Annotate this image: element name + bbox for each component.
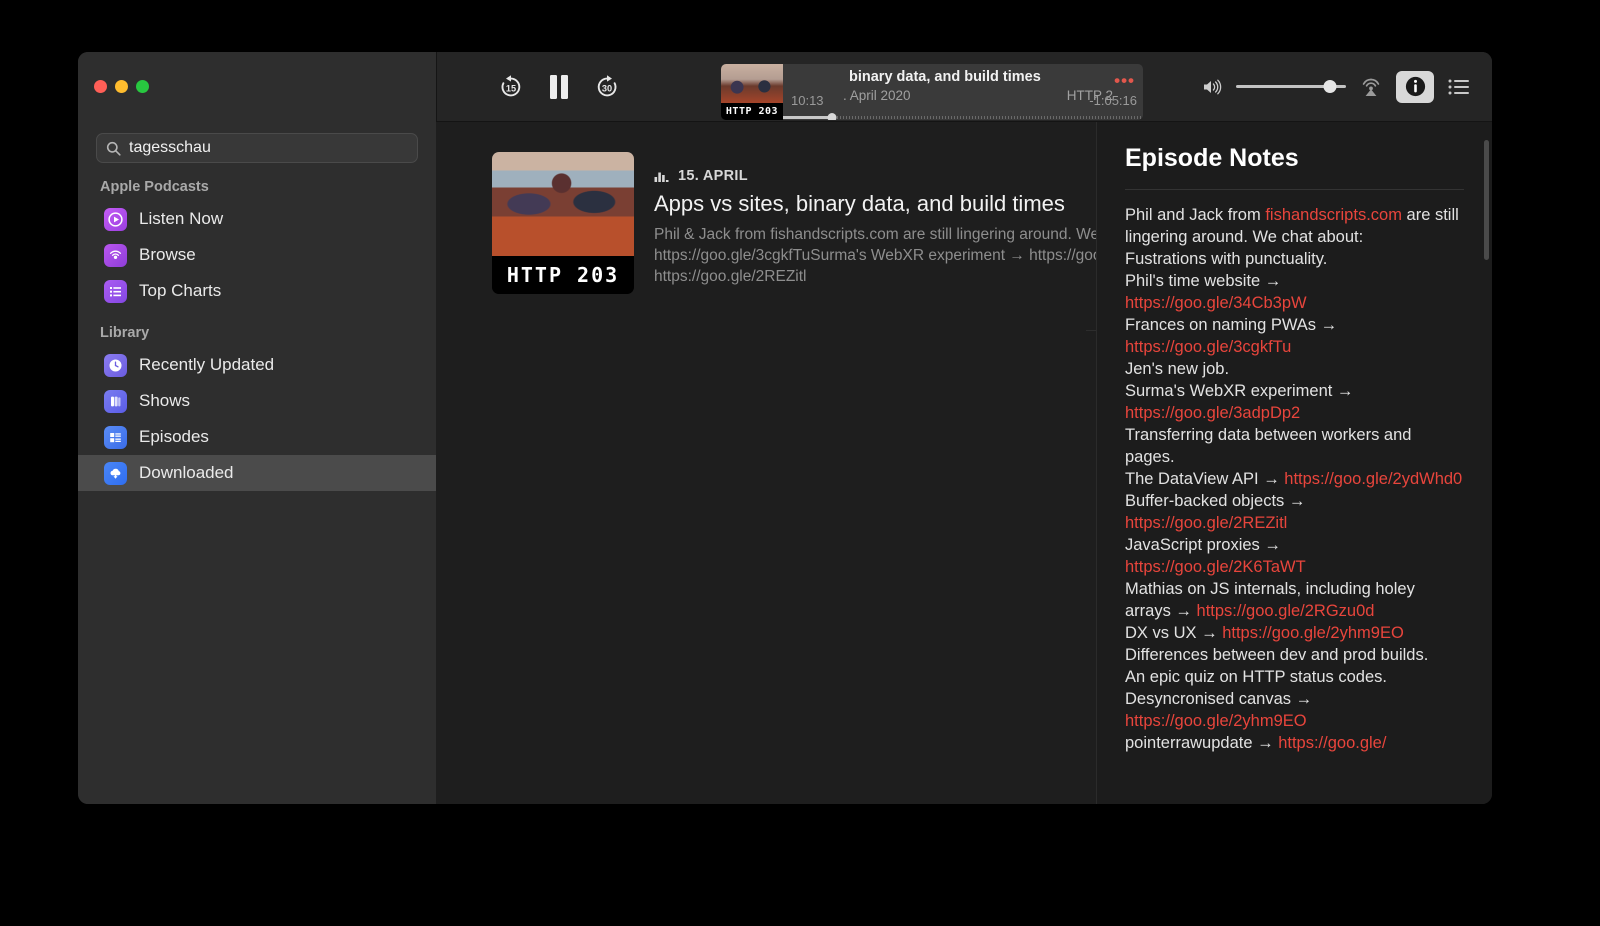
search-box[interactable] [96,133,418,163]
episode-notes-body: Phil and Jack from fishandscripts.com ar… [1125,204,1464,754]
notes-text: Buffer-backed objects → [1125,492,1306,510]
notes-scrollbar[interactable] [1484,140,1489,260]
transport-controls: 15 30 [497,72,621,102]
episode-info-button[interactable] [1396,70,1434,103]
artwork-label: HTTP 203 [721,103,783,120]
clock-icon [104,353,127,377]
browse-icon [104,243,127,267]
sidebar-item-label: Recently Updated [139,355,275,374]
top-charts-icon [104,279,127,303]
sidebar-item-shows[interactable]: Shows [78,383,436,419]
skip-forward-amount: 30 [602,83,612,93]
notes-text: Phil and Jack from [1125,206,1266,224]
sidebar: Apple Podcasts Listen Now [78,121,436,804]
notes-link[interactable]: https://goo.gle/3cgkfTu [1125,338,1291,356]
podcasts-window: 15 30 HTTP 203 binary data, and build ti… [78,52,1492,804]
playback-progress-bar[interactable] [783,112,1143,120]
notes-link[interactable]: fishandscripts.com [1265,206,1402,224]
elapsed-time: 10:13 [791,93,824,108]
now-playing-artwork: HTTP 203 [721,64,783,120]
progress-track [783,112,1143,120]
notes-link[interactable]: https://goo.gle/2REZitl [1125,514,1287,532]
volume-slider[interactable] [1236,80,1346,94]
notes-link[interactable]: https://goo.gle/2yhm9EO [1125,712,1307,730]
notes-link[interactable]: https://goo.gle/2RGzu0d [1197,602,1375,620]
notes-link[interactable]: https://goo.gle/2ydWhd0 [1284,470,1462,488]
sidebar-item-episodes[interactable]: Episodes [78,419,436,455]
skip-forward-30-button[interactable]: 30 [593,73,621,101]
episode-notes-panel: Episode Notes Phil and Jack from fishand… [1096,122,1492,804]
now-playing-widget[interactable]: HTTP 203 binary data, and build times . … [721,64,1143,120]
notes-text: JavaScript proxies → [1125,536,1281,554]
play-pause-button[interactable] [545,72,573,102]
volume-knob[interactable] [1323,80,1336,93]
notes-link[interactable]: https://goo.gle/2yhm9EO [1222,624,1404,642]
notes-link[interactable]: https://goo.gle/3adpDp2 [1125,404,1300,422]
notes-text: Frances on naming PWAs → [1125,316,1338,334]
now-playing-info: binary data, and build times . April 202… [783,64,1143,120]
now-playing-subtitle: . April 2020 HTTP 2 [843,88,1135,103]
sidebar-item-browse[interactable]: Browse [78,237,436,273]
notes-text: Jen's new job. Surma's WebXR experiment … [1125,360,1354,400]
notes-link[interactable]: https://goo.gle/ [1278,734,1386,752]
progress-knob[interactable] [827,112,837,120]
notes-text: pointerrawupdate → [1125,734,1274,752]
equalizer-icon [654,172,669,182]
sidebar-item-label: Downloaded [139,463,234,482]
now-playing-date: . April 2020 [843,88,911,103]
skip-back-15-button[interactable]: 15 [497,73,525,101]
toolbar-left [78,52,436,121]
playback-right-controls [1202,52,1470,121]
episode-notes-heading: Episode Notes [1125,144,1299,172]
sidebar-item-label: Listen Now [139,209,224,228]
sidebar-item-label: Shows [139,391,191,410]
airplay-icon[interactable] [1360,77,1382,97]
content-area: HTTP 203 15. APRIL Apps vs sites, binary… [436,121,1492,804]
notes-link[interactable]: https://goo.gle/2K6TaWT [1125,558,1306,576]
notes-link[interactable]: https://goo.gle/34Cb3pW [1125,294,1307,312]
sidebar-item-listen-now[interactable]: Listen Now [78,201,436,237]
listen-now-icon [104,207,127,231]
minimize-window-button[interactable] [115,80,128,93]
notes-text: DX vs UX → [1125,624,1218,642]
volume-icon[interactable] [1202,78,1222,96]
episode-date: 15. APRIL [678,168,748,184]
sidebar-item-label: Top Charts [139,281,222,300]
episodes-icon [104,425,127,449]
now-playing-show: HTTP 2 [1066,88,1113,103]
artwork-label: HTTP 203 [492,256,634,294]
skip-back-amount: 15 [506,83,516,93]
progress-fill [783,115,832,119]
more-options-icon[interactable]: ••• [1114,72,1135,89]
artwork-photo [721,64,783,104]
search-icon [106,141,121,156]
traffic-lights [94,80,149,93]
toolbar-right: 15 30 HTTP 203 binary data, and build ti… [436,52,1492,121]
pause-icon [550,74,568,99]
close-window-button[interactable] [94,80,107,93]
sidebar-item-downloaded[interactable]: Downloaded [78,455,436,491]
sidebar-item-recently-updated[interactable]: Recently Updated [78,347,436,383]
queue-list-icon[interactable] [1448,78,1470,96]
search-container [78,133,436,163]
now-playing-title: binary data, and build times [849,69,1041,85]
notes-text: Differences between dev and prod builds.… [1125,646,1429,708]
artwork-photo [492,152,634,256]
sidebar-section-library-title: Library [100,325,150,341]
sidebar-item-label: Episodes [139,427,209,446]
episode-artwork: HTTP 203 [492,152,634,294]
zoom-window-button[interactable] [136,80,149,93]
notes-divider [1125,189,1464,190]
sidebar-item-top-charts[interactable]: Top Charts [78,273,436,309]
search-input[interactable] [129,139,408,157]
shows-icon [104,389,127,413]
toolbar: 15 30 HTTP 203 binary data, and build ti… [78,52,1492,121]
sidebar-section-apple-podcasts-title: Apple Podcasts [100,179,209,195]
sidebar-item-label: Browse [139,245,196,264]
download-cloud-icon [104,461,127,485]
info-icon [1405,76,1425,97]
